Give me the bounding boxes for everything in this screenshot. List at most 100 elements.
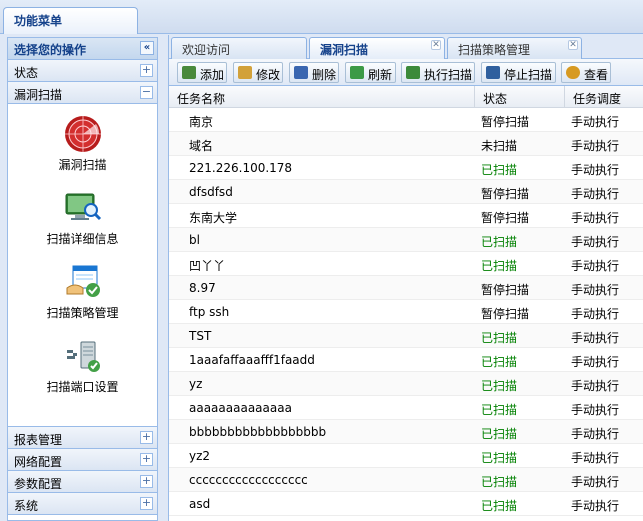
table-row[interactable]: aaaaaaaaaaaaaa 已扫描 手动执行: [169, 396, 643, 420]
schedule-cell: 手动执行: [571, 451, 620, 465]
sidebar-item-status[interactable]: 状态 +: [8, 60, 157, 82]
stop-scan-label: 停止扫描: [504, 68, 553, 82]
table-row[interactable]: bbbbbbbbbbbbbbbbbb 已扫描 手动执行: [169, 420, 643, 444]
radar-icon: [63, 114, 103, 154]
status-cell: 暂停扫描: [481, 307, 530, 321]
table-row[interactable]: 221.226.100.178 已扫描 手动执行: [169, 156, 643, 180]
sidebar-item-reports[interactable]: 报表管理 +: [8, 427, 157, 449]
task-name-cell: 域名: [189, 139, 214, 153]
nav-label: 扫描详细信息: [46, 232, 119, 246]
sidebar-item-label: 参数配置: [14, 477, 63, 491]
schedule-cell: 手动执行: [571, 499, 620, 513]
expand-icon[interactable]: +: [140, 64, 153, 77]
close-icon[interactable]: ✕: [568, 40, 578, 50]
schedule-cell: 手动执行: [571, 259, 620, 273]
sidebar-item-system[interactable]: 系统 +: [8, 493, 157, 515]
column-header-status[interactable]: 状态: [475, 86, 565, 108]
nav-scan-details[interactable]: 扫描详细信息: [8, 188, 157, 247]
task-name-cell: 8.97: [189, 281, 216, 295]
table-row[interactable]: TST 已扫描 手动执行: [169, 324, 643, 348]
tab-label: 漏洞扫描: [320, 43, 369, 57]
top-bar: 功能菜单: [0, 0, 643, 34]
run-scan-button[interactable]: 执行扫描: [401, 62, 475, 83]
view-button[interactable]: 查看: [561, 62, 611, 83]
tab-label: 欢迎访问: [182, 43, 231, 57]
task-name-cell: yz2: [189, 449, 211, 463]
expand-icon[interactable]: +: [140, 453, 153, 466]
expand-icon[interactable]: +: [140, 497, 153, 510]
status-cell: 已扫描: [481, 499, 518, 513]
status-cell: 已扫描: [481, 451, 518, 465]
table-row[interactable]: 域名 未扫描 手动执行: [169, 132, 643, 156]
nav-label: 扫描策略管理: [46, 306, 119, 320]
tab-strip: 欢迎访问 漏洞扫描 ✕ 扫描策略管理 ✕: [169, 35, 643, 60]
refresh-button[interactable]: 刷新: [345, 62, 396, 83]
status-cell: 已扫描: [481, 355, 518, 369]
edit-button[interactable]: 修改: [233, 62, 283, 83]
collapse-icon[interactable]: −: [140, 86, 153, 99]
collapse-sidebar-icon[interactable]: «: [140, 41, 154, 55]
task-name-cell: 221.226.100.178: [189, 161, 293, 175]
stop-scan-button[interactable]: 停止扫描: [481, 62, 556, 83]
sidebar: 选择您的操作 « 状态 + 漏洞扫描 − 漏洞扫描 扫描详细信息 扫描策略管理 …: [7, 37, 158, 521]
schedule-cell: 手动执行: [571, 115, 620, 129]
schedule-cell: 手动执行: [571, 427, 620, 441]
delete-button[interactable]: 删除: [289, 62, 339, 83]
stop-scan-icon: [486, 66, 500, 79]
sidebar-item-network[interactable]: 网络配置 +: [8, 449, 157, 471]
tab-vuln-scan[interactable]: 漏洞扫描 ✕: [309, 37, 445, 60]
table-row[interactable]: bl 已扫描 手动执行: [169, 228, 643, 252]
table-row[interactable]: 南京 暂停扫描 手动执行: [169, 108, 643, 132]
table-row[interactable]: cccccccccccccccccc 已扫描 手动执行: [169, 468, 643, 492]
schedule-cell: 手动执行: [571, 163, 620, 177]
run-scan-icon: [406, 66, 420, 79]
status-cell: 已扫描: [481, 331, 518, 345]
expand-icon[interactable]: +: [140, 475, 153, 488]
server-port-icon: [63, 336, 103, 376]
tab-scan-policy[interactable]: 扫描策略管理 ✕: [447, 37, 582, 59]
sidebar-item-params[interactable]: 参数配置 +: [8, 471, 157, 493]
sidebar-item-label: 漏洞扫描: [14, 88, 63, 102]
table-row[interactable]: 1aaafaffaaafff1faadd 已扫描 手动执行: [169, 348, 643, 372]
table-row[interactable]: yz2 已扫描 手动执行: [169, 444, 643, 468]
column-header-task-name[interactable]: 任务名称: [169, 86, 475, 108]
sidebar-item-label: 系统: [14, 499, 39, 513]
table-row[interactable]: 凹丫丫 已扫描 手动执行: [169, 252, 643, 276]
task-name-cell: 凹丫丫: [189, 259, 226, 273]
edit-label: 修改: [256, 68, 281, 82]
add-button[interactable]: 添加: [177, 62, 227, 83]
sidebar-item-vuln-scan[interactable]: 漏洞扫描 −: [8, 82, 157, 104]
status-cell: 已扫描: [481, 475, 518, 489]
tab-welcome[interactable]: 欢迎访问: [171, 37, 307, 59]
view-icon: [566, 66, 580, 79]
task-name-cell: asd: [189, 497, 211, 511]
table-row[interactable]: dfsdfsd 暂停扫描 手动执行: [169, 180, 643, 204]
schedule-cell: 手动执行: [571, 355, 620, 369]
table-row[interactable]: asd 已扫描 手动执行: [169, 492, 643, 516]
close-icon[interactable]: ✕: [431, 40, 441, 50]
table-row[interactable]: 东南大学 暂停扫描 手动执行: [169, 204, 643, 228]
nav-vuln-scan[interactable]: 漏洞扫描: [8, 114, 157, 173]
table-row[interactable]: 8.97 暂停扫描 手动执行: [169, 276, 643, 300]
grid-header: 任务名称 状态 任务调度: [169, 86, 643, 108]
refresh-icon: [350, 66, 364, 79]
add-label: 添加: [200, 68, 225, 82]
task-name-cell: aaaaaaaaaaaaaa: [189, 401, 292, 415]
schedule-cell: 手动执行: [571, 307, 620, 321]
task-name-cell: cccccccccccccccccc: [189, 473, 308, 487]
status-cell: 暂停扫描: [481, 115, 530, 129]
schedule-cell: 手动执行: [571, 379, 620, 393]
schedule-cell: 手动执行: [571, 139, 620, 153]
function-menu-tab[interactable]: 功能菜单: [3, 7, 138, 34]
monitor-search-icon: [63, 188, 103, 228]
status-cell: 暂停扫描: [481, 211, 530, 225]
table-row[interactable]: ftp ssh 暂停扫描 手动执行: [169, 300, 643, 324]
table-row[interactable]: yz 已扫描 手动执行: [169, 372, 643, 396]
schedule-cell: 手动执行: [571, 211, 620, 225]
column-header-schedule[interactable]: 任务调度: [565, 86, 643, 108]
task-name-cell: 1aaafaffaaafff1faadd: [189, 353, 315, 367]
status-cell: 已扫描: [481, 427, 518, 441]
nav-scan-policy[interactable]: 扫描策略管理: [8, 262, 157, 321]
expand-icon[interactable]: +: [140, 431, 153, 444]
nav-scan-port[interactable]: 扫描端口设置: [8, 336, 157, 395]
